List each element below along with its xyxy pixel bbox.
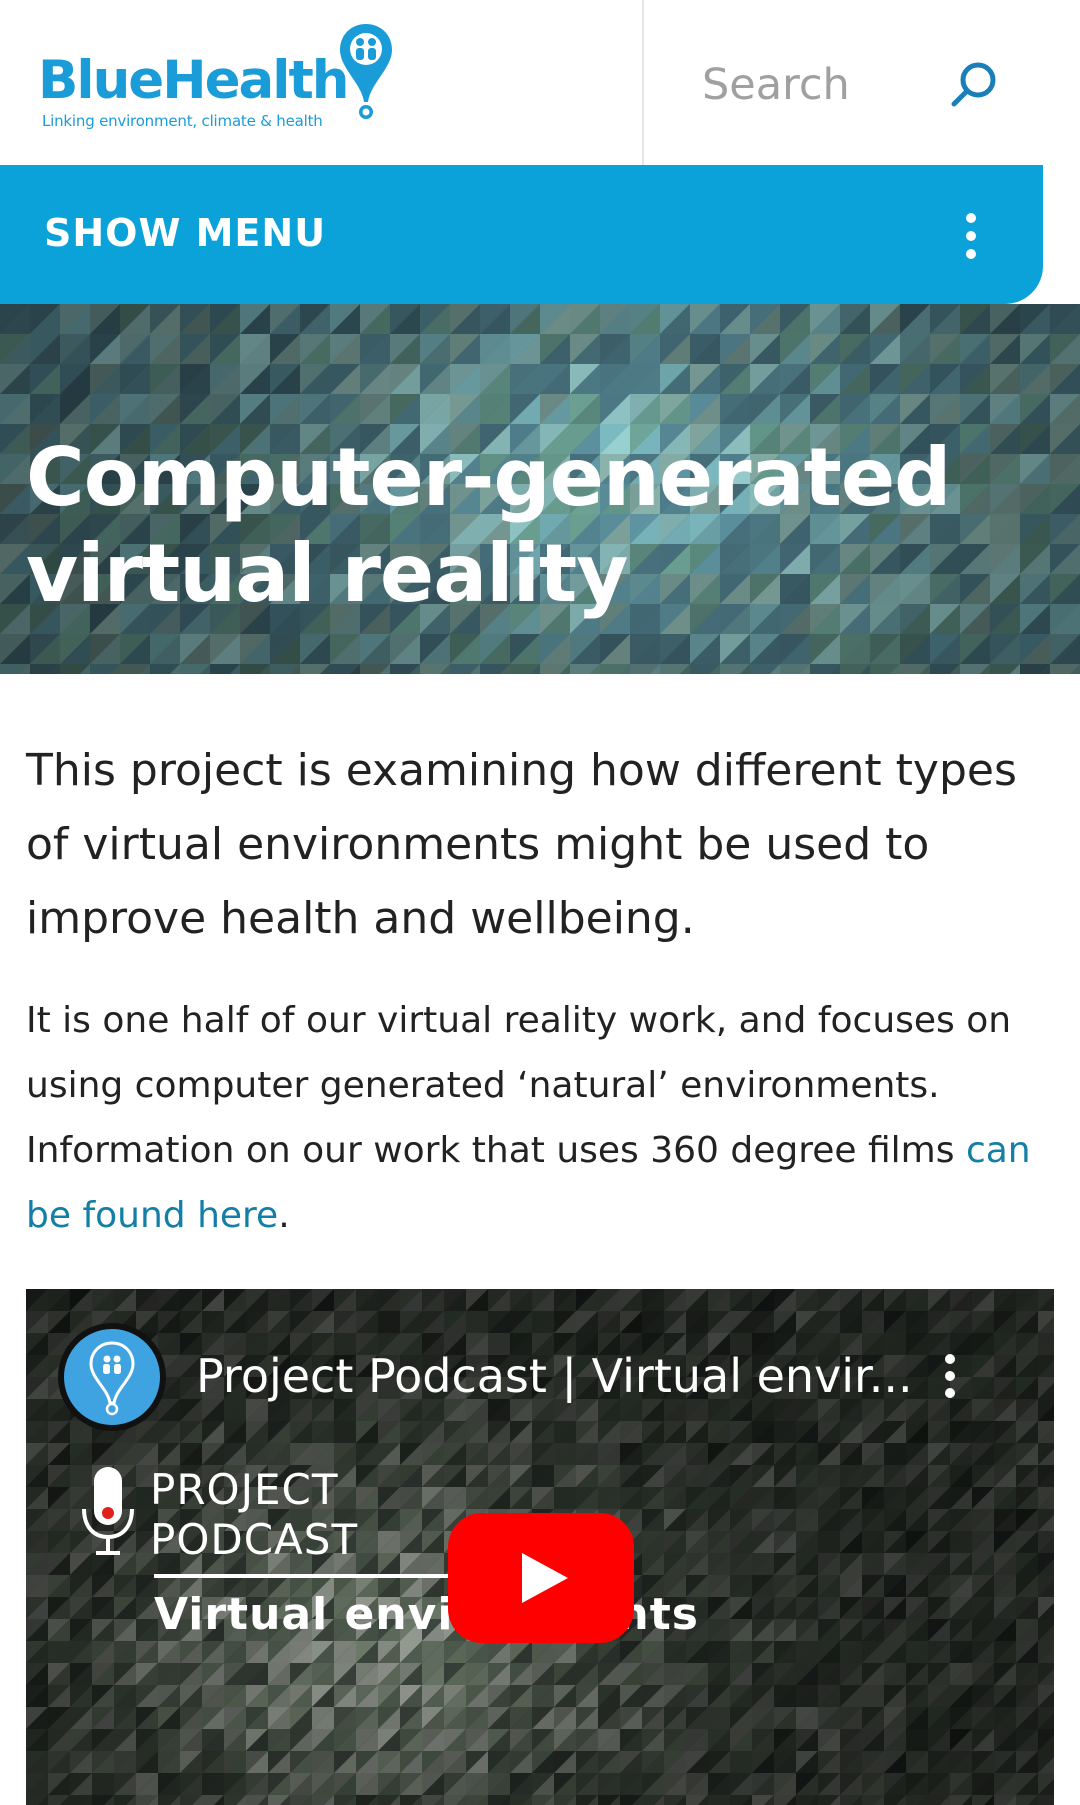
page-title-line2: virtual reality bbox=[26, 527, 628, 620]
play-icon bbox=[522, 1553, 568, 1603]
menu-label: SHOW MENU bbox=[44, 211, 327, 255]
logo-wordmark: BlueHealth bbox=[38, 50, 350, 111]
body-text-end: . bbox=[278, 1195, 290, 1236]
video-title[interactable]: Project Podcast | Virtual envir... bbox=[196, 1349, 916, 1403]
search-input[interactable] bbox=[700, 52, 954, 118]
podcast-label-line1: PROJECT bbox=[150, 1465, 339, 1514]
site-logo[interactable]: BlueHealth Linking environment, climate … bbox=[38, 22, 418, 134]
podcast-divider bbox=[154, 1574, 484, 1578]
search-box bbox=[642, 0, 1045, 165]
body-paragraph: It is one half of our virtual reality wo… bbox=[26, 988, 1056, 1248]
kebab-menu-icon bbox=[966, 213, 976, 259]
site-header: BlueHealth Linking environment, climate … bbox=[0, 0, 1045, 165]
logo-pin-icon bbox=[89, 1341, 135, 1416]
logo-pin-icon bbox=[340, 24, 392, 119]
page-title: Computer-generated virtual reality bbox=[26, 430, 1026, 622]
show-menu-button[interactable]: SHOW MENU bbox=[0, 165, 1043, 304]
intro-paragraph: This project is examining how different … bbox=[26, 745, 1017, 944]
search-icon[interactable] bbox=[944, 54, 1004, 114]
hero-banner: Computer-generated virtual reality bbox=[0, 304, 1080, 674]
podcast-label-line2: PODCAST bbox=[150, 1515, 359, 1564]
play-button[interactable] bbox=[448, 1513, 634, 1643]
body-text: It is one half of our virtual reality wo… bbox=[26, 1000, 1012, 1171]
page-title-line1: Computer-generated bbox=[26, 431, 951, 524]
video-more-icon[interactable] bbox=[940, 1351, 960, 1401]
channel-avatar[interactable] bbox=[58, 1323, 166, 1431]
logo-tagline: Linking environment, climate & health bbox=[42, 112, 323, 130]
microphone-icon bbox=[82, 1467, 134, 1555]
youtube-embed[interactable]: Project Podcast | Virtual envir... PROJE… bbox=[26, 1289, 1054, 1805]
